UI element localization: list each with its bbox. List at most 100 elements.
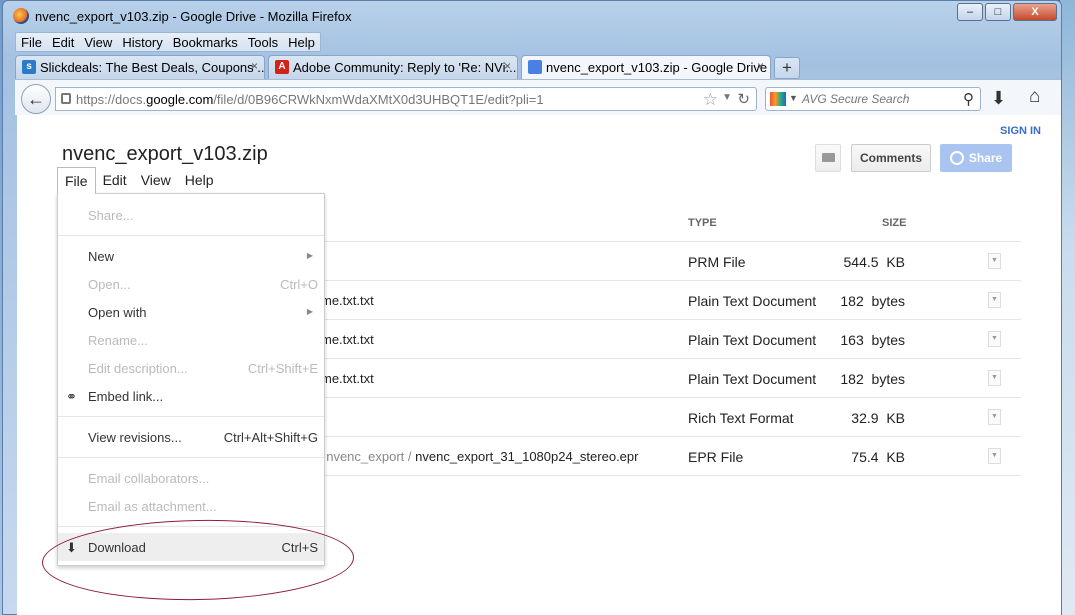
search-icon[interactable]: ⚲	[963, 90, 974, 108]
menu-item-open-with[interactable]: Open with ▶	[58, 298, 324, 326]
desktop-background-right	[1060, 0, 1075, 615]
file-name: me.txt.txt	[321, 293, 374, 308]
menu-item-edit-description: Edit description... Ctrl+Shift+E	[88, 361, 318, 376]
menu-item-rename: Rename...	[88, 333, 148, 348]
downloads-icon[interactable]: ⬇	[991, 88, 1006, 109]
tab-close-icon[interactable]: ×	[504, 59, 511, 73]
file-type: Plain Text Document	[688, 293, 817, 309]
firefox-icon	[13, 8, 29, 24]
column-header-size[interactable]: SIZE	[882, 217, 906, 229]
maximize-button[interactable]: □	[985, 3, 1011, 21]
file-type: PRM File	[688, 254, 746, 270]
tab-close-icon[interactable]: ×	[251, 59, 258, 73]
table-row[interactable]: me.txt.txt Plain Text Document 182 bytes…	[257, 358, 1021, 397]
row-menu-icon[interactable]: ▼	[988, 331, 1001, 347]
menu-separator	[58, 416, 324, 417]
file-size: 32.9 KB	[851, 410, 905, 426]
document-menu-bar: File Edit View Help	[57, 167, 221, 194]
url-dropdown-icon[interactable]: ▼	[722, 92, 732, 103]
menu-help[interactable]: Help	[283, 33, 320, 51]
chat-button[interactable]	[815, 144, 841, 172]
search-engine-dropdown-icon[interactable]: ▼	[789, 93, 798, 103]
file-size: 182 bytes	[840, 293, 905, 309]
table-row[interactable]: / nvenc_export / nvenc_export_31_1080p24…	[257, 436, 1021, 475]
menu-item-view-revisions[interactable]: View revisions... Ctrl+Alt+Shift+G	[58, 423, 324, 451]
slickdeals-icon: s	[22, 60, 36, 74]
menu-edit[interactable]: Edit	[47, 33, 79, 51]
file-type: Plain Text Document	[688, 371, 817, 387]
table-divider	[257, 475, 1021, 476]
reload-icon[interactable]: ↻	[737, 90, 750, 108]
menu-file[interactable]: File	[16, 33, 47, 51]
doc-menu-view[interactable]: View	[134, 167, 178, 194]
tab-adobe-community[interactable]: A Adobe Community: Reply to 'Re: NVi... …	[268, 55, 518, 79]
file-dropdown-menu: Share... New ▶ Open... Ctrl+O Open with ▶ R…	[57, 193, 325, 566]
menu-item-embed-link[interactable]: ⚭ Embed link...	[58, 382, 324, 410]
tab-slickdeals[interactable]: s Slickdeals: The Best Deals, Coupons ..…	[15, 55, 265, 79]
doc-menu-edit[interactable]: Edit	[96, 167, 134, 194]
menu-bookmarks[interactable]: Bookmarks	[168, 33, 243, 51]
tab-strip: s Slickdeals: The Best Deals, Coupons ..…	[15, 55, 800, 79]
file-size: 544.5 KB	[843, 254, 906, 270]
table-row[interactable]: PRM File 544.5 KB ▼	[257, 241, 1021, 280]
tab-label: nvenc_export_v103.zip - Google Drive	[546, 60, 768, 75]
window-controls: – □ X	[957, 3, 1057, 21]
column-header-type[interactable]: TYPE	[688, 217, 717, 229]
adobe-icon: A	[275, 60, 289, 74]
table-row[interactable]: Rich Text Format 32.9 KB ▼	[257, 397, 1021, 436]
browser-window: nvenc_export_v103.zip - Google Drive - M…	[2, 0, 1062, 615]
row-menu-icon[interactable]: ▼	[988, 370, 1001, 386]
tab-close-icon[interactable]: ×	[757, 59, 764, 73]
home-icon[interactable]: ⌂	[1029, 86, 1040, 108]
minimize-button[interactable]: –	[957, 3, 983, 21]
menu-view[interactable]: View	[79, 33, 117, 51]
tab-label: Adobe Community: Reply to 'Re: NVi...	[293, 60, 517, 75]
row-menu-icon[interactable]: ▼	[988, 253, 1001, 269]
row-menu-icon[interactable]: ▼	[988, 292, 1001, 308]
submenu-arrow-icon: ▶	[306, 251, 313, 260]
comments-button[interactable]: Comments	[851, 144, 931, 172]
search-input[interactable]: AVG Secure Search	[802, 92, 909, 106]
row-menu-icon[interactable]: ▼	[988, 448, 1001, 464]
menu-item-new[interactable]: New ▶	[58, 242, 324, 270]
avg-icon[interactable]	[770, 92, 786, 106]
file-type: EPR File	[688, 449, 744, 465]
table-row[interactable]: me.txt.txt Plain Text Document 182 bytes…	[257, 280, 1021, 319]
window-title: nvenc_export_v103.zip - Google Drive - M…	[35, 9, 352, 24]
navigation-bar: ← https://docs.google.com/file/d/0B96CRW…	[15, 79, 1061, 115]
new-tab-button[interactable]: +	[774, 57, 800, 79]
file-name: me.txt.txt	[321, 332, 374, 347]
row-menu-icon[interactable]: ▼	[988, 409, 1001, 425]
menu-tools[interactable]: Tools	[243, 33, 283, 51]
file-name: me.txt.txt	[321, 371, 374, 386]
url-text[interactable]: https://docs.google.com/file/d/0B96CRWkN…	[76, 92, 544, 107]
file-type: Rich Text Format	[688, 410, 794, 426]
table-row[interactable]: me.txt.txt Plain Text Document 163 bytes…	[257, 319, 1021, 358]
menu-item-share: Share...	[88, 208, 134, 223]
menu-item-open: Open... Ctrl+O	[88, 277, 318, 292]
document-title: nvenc_export_v103.zip	[62, 143, 268, 165]
back-button[interactable]: ←	[21, 84, 51, 114]
tab-google-drive[interactable]: nvenc_export_v103.zip - Google Drive ×	[521, 55, 771, 79]
submenu-arrow-icon: ▶	[306, 307, 313, 316]
menu-item-email-attachment: Email as attachment...	[88, 499, 217, 514]
globe-icon	[949, 151, 964, 165]
menu-separator	[58, 235, 324, 236]
close-window-button[interactable]: X	[1013, 3, 1057, 21]
google-docs-icon	[528, 60, 542, 74]
tab-label: Slickdeals: The Best Deals, Coupons ...	[40, 60, 265, 75]
menu-item-email-collaborators: Email collaborators...	[88, 471, 210, 486]
url-bar[interactable]: https://docs.google.com/file/d/0B96CRWkN…	[55, 87, 757, 111]
doc-menu-file[interactable]: File	[57, 167, 96, 194]
sign-in-link[interactable]: SIGN IN	[1000, 125, 1041, 137]
file-name: / nvenc_export / nvenc_export_31_1080p24…	[319, 449, 639, 464]
bookmark-star-icon[interactable]: ☆	[703, 90, 718, 110]
lock-icon	[61, 93, 71, 104]
search-bar[interactable]: ▼ AVG Secure Search ⚲	[765, 87, 981, 111]
file-size: 163 bytes	[840, 332, 905, 348]
share-button[interactable]: Share	[940, 144, 1012, 172]
menu-history[interactable]: History	[117, 33, 167, 51]
file-size: 75.4 KB	[851, 449, 905, 465]
link-icon: ⚭	[66, 389, 77, 404]
doc-menu-help[interactable]: Help	[178, 167, 221, 194]
